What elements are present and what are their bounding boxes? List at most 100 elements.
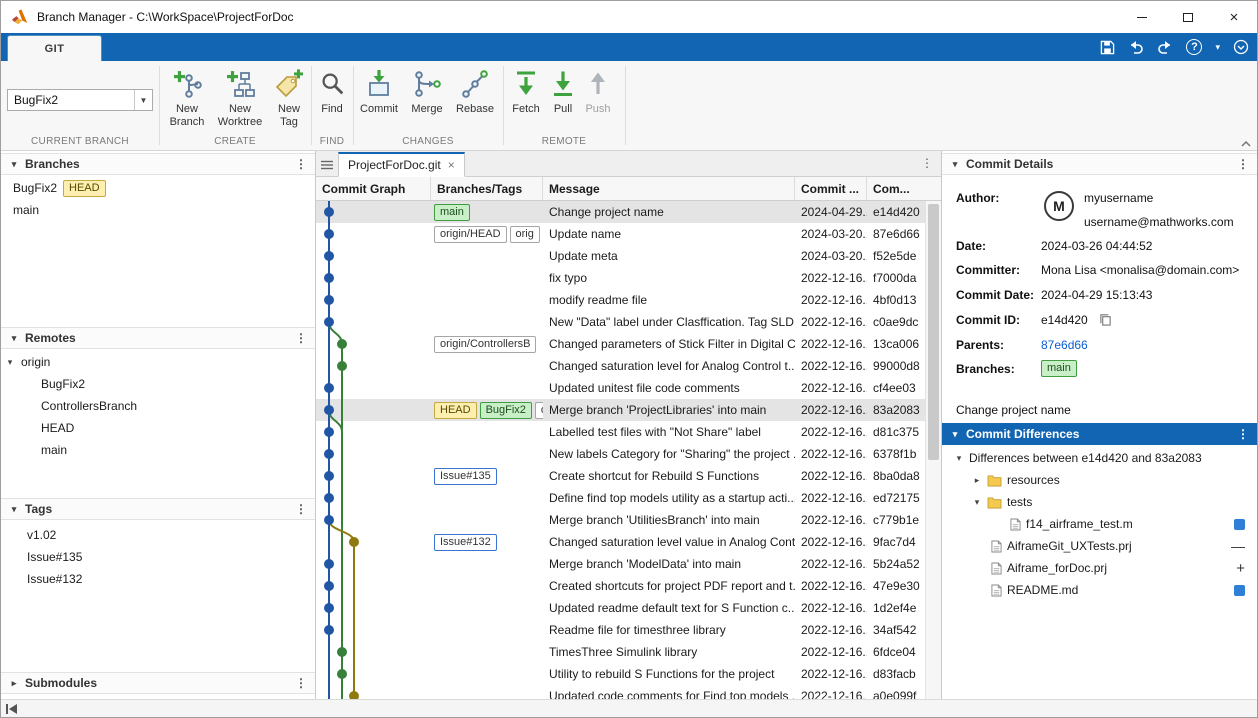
commit-row[interactable]: Utility to rebuild S Functions for the p…	[316, 663, 926, 685]
author-label: Author:	[956, 191, 999, 205]
tree-file-aiframe-fordoc[interactable]: Aiframe_forDoc.prj +	[942, 557, 1257, 579]
tree-file-readme[interactable]: README.md	[942, 579, 1257, 601]
scrollbar-thumb[interactable]	[928, 204, 939, 460]
remote-branch-item[interactable]: main	[1, 439, 315, 461]
find-button[interactable]: Find	[313, 65, 351, 116]
chevron-down-icon[interactable]: ▾	[972, 497, 982, 508]
branch-item-main[interactable]: main	[1, 199, 315, 221]
chevron-down-icon[interactable]: ▾	[5, 357, 15, 368]
chevron-down-icon[interactable]: ▾	[1215, 42, 1220, 53]
commit-row[interactable]: Merge branch 'UtilitiesBranch' into main…	[316, 509, 926, 531]
refs-cell	[431, 641, 543, 663]
save-icon[interactable]	[1100, 40, 1115, 55]
chevron-right-icon[interactable]: ▸	[972, 475, 982, 486]
fetch-button[interactable]: Fetch	[507, 65, 545, 116]
tree-file-f14-airframe-test[interactable]: f14_airframe_test.m	[942, 513, 1257, 535]
tag-item[interactable]: v1.02	[1, 524, 315, 546]
commit-row[interactable]: modify readme file2022-12-16...4bf0d13	[316, 289, 926, 311]
commit-row[interactable]: fix typo2022-12-16...f7000da	[316, 267, 926, 289]
tags-panel-header[interactable]: ▾ Tags ⋮	[1, 498, 315, 520]
commit-row[interactable]: Update meta2024-03-20...f52e5de	[316, 245, 926, 267]
current-branch-select[interactable]: BugFix2 ▼	[7, 89, 153, 111]
parent-commit-link[interactable]: 87e6d66	[1041, 338, 1088, 352]
tag-item[interactable]: Issue#132	[1, 568, 315, 590]
commit-row[interactable]: Created shortcuts for project PDF report…	[316, 575, 926, 597]
panel-menu-icon[interactable]: ⋮	[295, 502, 307, 516]
chevron-down-icon[interactable]: ▾	[954, 453, 964, 464]
column-header-commit-id[interactable]: Com...	[867, 177, 926, 200]
commit-row[interactable]: Changed saturation level for Analog Cont…	[316, 355, 926, 377]
commit-row[interactable]: New "Data" label under Clasffication. Ta…	[316, 311, 926, 333]
minimize-button[interactable]	[1119, 1, 1165, 33]
panel-menu-icon[interactable]: ⋮	[1237, 157, 1249, 171]
submodules-panel-header[interactable]: ▸ Submodules ⋮	[1, 672, 315, 694]
tree-file-aiframegit-uxtests[interactable]: AiframeGit_UXTests.prj —	[942, 535, 1257, 557]
section-label-remote: REMOTE	[503, 136, 625, 147]
toolstrip-options-icon[interactable]	[1233, 39, 1249, 55]
redo-icon[interactable]	[1157, 40, 1173, 54]
column-header-branches-tags[interactable]: Branches/Tags	[431, 177, 543, 200]
tab-menu-icon[interactable]: ⋮	[921, 156, 933, 170]
tab-list-icon[interactable]	[321, 159, 333, 173]
commit-row[interactable]: origin/ControllersBChanged parameters of…	[316, 333, 926, 355]
close-button[interactable]: ×	[1211, 1, 1257, 33]
commit-row[interactable]: mainChange project name2024-04-29...e14d…	[316, 201, 926, 223]
commit-row[interactable]: Issue#132Changed saturation level value …	[316, 531, 926, 553]
tab-projectfordoc-git[interactable]: ProjectForDoc.git ×	[338, 152, 465, 177]
column-header-commit-date[interactable]: Commit ...	[795, 177, 867, 200]
tag-item[interactable]: Issue#135	[1, 546, 315, 568]
undo-icon[interactable]	[1128, 40, 1144, 54]
commit-graph-cell	[316, 641, 431, 663]
commit-row[interactable]: Updated unitest file code comments2022-1…	[316, 377, 926, 399]
collapse-ribbon-icon[interactable]	[1241, 141, 1251, 147]
copy-icon[interactable]	[1099, 313, 1112, 326]
status-added-icon: +	[1236, 560, 1245, 577]
close-icon[interactable]: ×	[448, 158, 455, 172]
tab-git[interactable]: GIT	[7, 35, 102, 61]
remotes-panel-header[interactable]: ▾ Remotes ⋮	[1, 327, 315, 349]
new-tag-button[interactable]: New Tag	[269, 65, 309, 129]
branches-panel-header[interactable]: ▾ Branches ⋮	[1, 153, 315, 175]
remote-item-origin[interactable]: ▾ origin	[1, 351, 315, 373]
tree-root[interactable]: ▾ Differences between e14d420 and 83a208…	[942, 447, 1257, 469]
commit-differences-header[interactable]: ▾ Commit Differences ⋮	[942, 423, 1257, 445]
remote-branch-item[interactable]: HEAD	[1, 417, 315, 439]
panel-menu-icon[interactable]: ⋮	[295, 157, 307, 171]
commit-row[interactable]: Updated readme default text for S Functi…	[316, 597, 926, 619]
committer-label: Committer:	[956, 263, 1020, 277]
commit-details-header[interactable]: ▾ Commit Details ⋮	[942, 153, 1257, 175]
commit-row[interactable]: origin/HEADorigUpdate name2024-03-20...8…	[316, 223, 926, 245]
commit-row[interactable]: TimesThree Simulink library2022-12-16...…	[316, 641, 926, 663]
new-branch-button[interactable]: New Branch	[163, 65, 211, 129]
commit-button[interactable]: Commit	[356, 65, 402, 116]
help-icon[interactable]: ?	[1186, 39, 1202, 55]
tree-folder-resources[interactable]: ▸ resources	[942, 469, 1257, 491]
panel-menu-icon[interactable]: ⋮	[295, 331, 307, 345]
commit-row[interactable]: Labelled test files with "Not Share" lab…	[316, 421, 926, 443]
remote-branch-item[interactable]: BugFix2	[1, 373, 315, 395]
vertical-scrollbar[interactable]	[925, 201, 941, 699]
commit-id-label: Commit ID:	[956, 313, 1020, 327]
rebase-button[interactable]: Rebase	[451, 65, 499, 116]
commit-row[interactable]: HEADBugFix2oMerge branch 'ProjectLibrari…	[316, 399, 926, 421]
commit-row[interactable]: Issue#135Create shortcut for Rebuild S F…	[316, 465, 926, 487]
commit-row[interactable]: Readme file for timesthree library2022-1…	[316, 619, 926, 641]
maximize-button[interactable]	[1165, 1, 1211, 33]
chevron-down-icon[interactable]: ▼	[134, 90, 152, 110]
horizontal-scrollbar[interactable]	[1, 699, 1257, 717]
commit-row[interactable]: New labels Category for "Sharing" the pr…	[316, 443, 926, 465]
scroll-to-start-icon[interactable]	[5, 703, 19, 715]
panel-menu-icon[interactable]: ⋮	[1237, 427, 1249, 441]
column-header-message[interactable]: Message	[543, 177, 795, 200]
panel-menu-icon[interactable]: ⋮	[295, 676, 307, 690]
branch-item-bugfix2[interactable]: BugFix2 HEAD	[1, 177, 315, 199]
tree-folder-tests[interactable]: ▾ tests	[942, 491, 1257, 513]
pull-button[interactable]: Pull	[547, 65, 579, 116]
push-button[interactable]: Push	[581, 65, 615, 116]
column-header-commit-graph[interactable]: Commit Graph	[316, 177, 431, 200]
commit-row[interactable]: Merge branch 'ModelData' into main2022-1…	[316, 553, 926, 575]
remote-branch-item[interactable]: ControllersBranch	[1, 395, 315, 417]
new-worktree-button[interactable]: New Worktree	[213, 65, 267, 129]
commit-row[interactable]: Define find top models utility as a star…	[316, 487, 926, 509]
merge-button[interactable]: Merge	[405, 65, 449, 116]
